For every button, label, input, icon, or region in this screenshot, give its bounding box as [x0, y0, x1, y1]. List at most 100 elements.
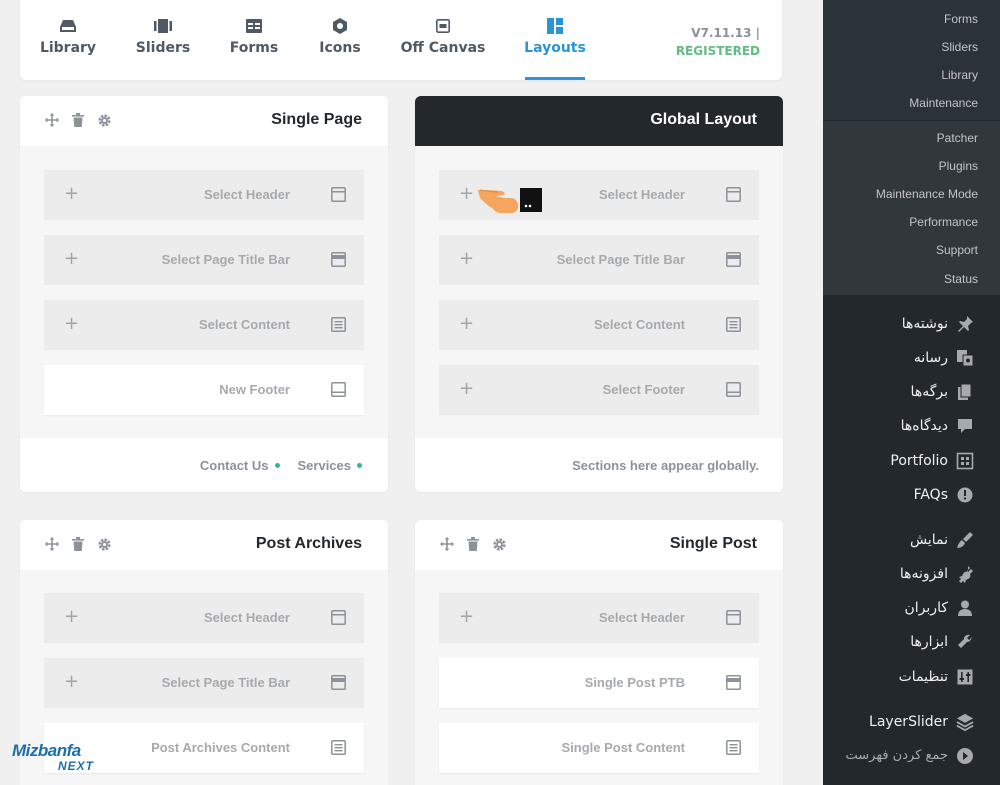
- submenu-item-status[interactable]: Status: [944, 272, 978, 286]
- menu-item-media[interactable]: رسانه: [823, 343, 1000, 373]
- slot-content[interactable]: + Select Content: [439, 300, 759, 350]
- tab-label: Layouts: [524, 40, 586, 56]
- slot-header[interactable]: + Select Header: [439, 593, 759, 643]
- condition-contact-us[interactable]: Contact Us: [200, 458, 280, 473]
- trash-icon[interactable]: [70, 536, 86, 552]
- gear-icon[interactable]: [96, 112, 112, 128]
- layerslider-icon: [956, 713, 974, 732]
- card-header: Single Page: [20, 96, 388, 146]
- submenu-item-sliders[interactable]: Sliders: [941, 40, 978, 54]
- portfolio-icon: [956, 452, 974, 470]
- add-icon[interactable]: +: [64, 248, 79, 269]
- card-title: Global Layout: [650, 111, 757, 128]
- slot-footer[interactable]: + Select Footer: [439, 365, 759, 415]
- slot-label: Select Page Title Bar: [161, 252, 290, 267]
- header-section-icon: [726, 610, 741, 625]
- add-icon[interactable]: +: [459, 313, 474, 334]
- menu-item-settings[interactable]: تنظیمات: [823, 662, 1000, 692]
- add-icon[interactable]: +: [64, 183, 79, 204]
- menu-item-layerslider[interactable]: LayerSlider: [823, 707, 1000, 737]
- status-dot: [357, 463, 362, 468]
- slot-header[interactable]: + Select Header: [44, 170, 364, 220]
- slot-content[interactable]: Single Post Content: [439, 723, 759, 773]
- trash-icon[interactable]: [465, 536, 481, 552]
- mizbanfa-logo: Mizbanfa NEXT: [10, 740, 105, 774]
- tab-icons[interactable]: Icons: [319, 0, 361, 80]
- menu-item-posts[interactable]: نوشته‌ها: [823, 309, 1000, 339]
- submenu-item-patcher[interactable]: Patcher: [937, 131, 978, 145]
- menu-item-faqs[interactable]: FAQs: [823, 480, 1000, 510]
- menu-item-portfolio[interactable]: Portfolio: [823, 446, 1000, 476]
- submenu-item-library[interactable]: Library: [941, 68, 978, 82]
- slot-footer[interactable]: New Footer: [44, 365, 364, 415]
- footer-section-icon: [726, 382, 741, 397]
- menu-item-users[interactable]: کاربران: [823, 593, 1000, 623]
- menu-item-pages[interactable]: برگه‌ها: [823, 377, 1000, 407]
- menu-item-appearance[interactable]: نمایش: [823, 525, 1000, 555]
- card-title: Single Post: [669, 535, 757, 552]
- submenu-item-maintenance-mode[interactable]: Maintenance Mode: [876, 187, 978, 201]
- slot-page-title-bar[interactable]: Single Post PTB: [439, 658, 759, 708]
- move-icon[interactable]: [44, 536, 60, 552]
- add-icon[interactable]: +: [459, 378, 474, 399]
- tab-forms[interactable]: Forms: [230, 0, 278, 80]
- title-bar-section-icon: [726, 252, 741, 267]
- trash-icon[interactable]: [70, 112, 86, 128]
- slot-label: Single Post Content: [561, 740, 686, 755]
- add-icon[interactable]: +: [64, 313, 79, 334]
- gear-icon[interactable]: [491, 536, 507, 552]
- sliders-icon: [154, 18, 172, 34]
- condition-services[interactable]: Services: [298, 458, 362, 473]
- tab-sliders[interactable]: Sliders: [136, 0, 190, 80]
- tab-off-canvas[interactable]: Off Canvas: [400, 0, 486, 80]
- header-section-icon: [726, 187, 741, 202]
- slot-page-title-bar[interactable]: + Select Page Title Bar: [44, 235, 364, 285]
- registration-status: REGISTERED: [675, 44, 760, 58]
- card-title: Post Archives: [255, 535, 362, 552]
- slot-content[interactable]: + Select Content: [44, 300, 364, 350]
- content-section-icon: [331, 317, 346, 332]
- submenu-item-support[interactable]: Support: [936, 243, 978, 257]
- content-section-icon: [726, 740, 741, 755]
- add-icon[interactable]: +: [64, 671, 79, 692]
- pages-icon: [956, 383, 974, 401]
- slot-label: Post Archives Content: [151, 740, 290, 755]
- admin-sidebar: Forms Sliders Library Maintenance Patche…: [823, 0, 1000, 785]
- condition-label: Contact Us: [199, 458, 269, 473]
- slot-header[interactable]: + Select Header: [44, 593, 364, 643]
- tab-label: Sliders: [135, 40, 191, 56]
- menu-item-plugins[interactable]: افزونه‌ها: [823, 559, 1000, 589]
- move-icon[interactable]: [439, 536, 455, 552]
- card-header: Post Archives: [20, 520, 388, 570]
- menu-label: افزونه‌ها: [899, 566, 948, 582]
- slot-page-title-bar[interactable]: + Select Page Title Bar: [439, 235, 759, 285]
- collapse-menu-button[interactable]: جمع کردن فهرست: [823, 741, 1000, 771]
- submenu-item-forms[interactable]: Forms: [944, 12, 978, 26]
- slot-label: Select Header: [599, 187, 685, 202]
- tab-layouts[interactable]: Layouts: [524, 0, 586, 80]
- menu-item-tools[interactable]: ابزارها: [823, 627, 1000, 657]
- settings-icon: [956, 668, 974, 686]
- submenu-item-performance[interactable]: Performance: [909, 215, 978, 229]
- layout-card-single-page: Single Page + Select Header + Select Pag…: [20, 96, 388, 492]
- submenu-item-plugins[interactable]: Plugins: [939, 159, 978, 173]
- tab-label: Off Canvas: [400, 40, 486, 56]
- add-icon[interactable]: +: [459, 183, 474, 204]
- add-icon[interactable]: +: [459, 248, 474, 269]
- tab-library[interactable]: Library: [39, 0, 97, 80]
- menu-item-comments[interactable]: دیدگاه‌ها: [823, 411, 1000, 441]
- card-actions: [44, 536, 112, 552]
- add-icon[interactable]: +: [459, 606, 474, 627]
- add-icon[interactable]: +: [64, 606, 79, 627]
- content-section-icon: [331, 740, 346, 755]
- move-icon[interactable]: [44, 112, 60, 128]
- gear-icon[interactable]: [96, 536, 112, 552]
- tab-label: Library: [39, 40, 97, 56]
- slot-label: Select Footer: [602, 382, 685, 397]
- tab-label: Icons: [319, 40, 361, 56]
- submenu-item-maintenance[interactable]: Maintenance: [909, 96, 978, 110]
- slot-page-title-bar[interactable]: + Select Page Title Bar: [44, 658, 364, 708]
- avada-submenu: Forms Sliders Library Maintenance: [823, 0, 1000, 120]
- menu-label: جمع کردن فهرست: [845, 748, 948, 763]
- header-section-icon: [331, 187, 346, 202]
